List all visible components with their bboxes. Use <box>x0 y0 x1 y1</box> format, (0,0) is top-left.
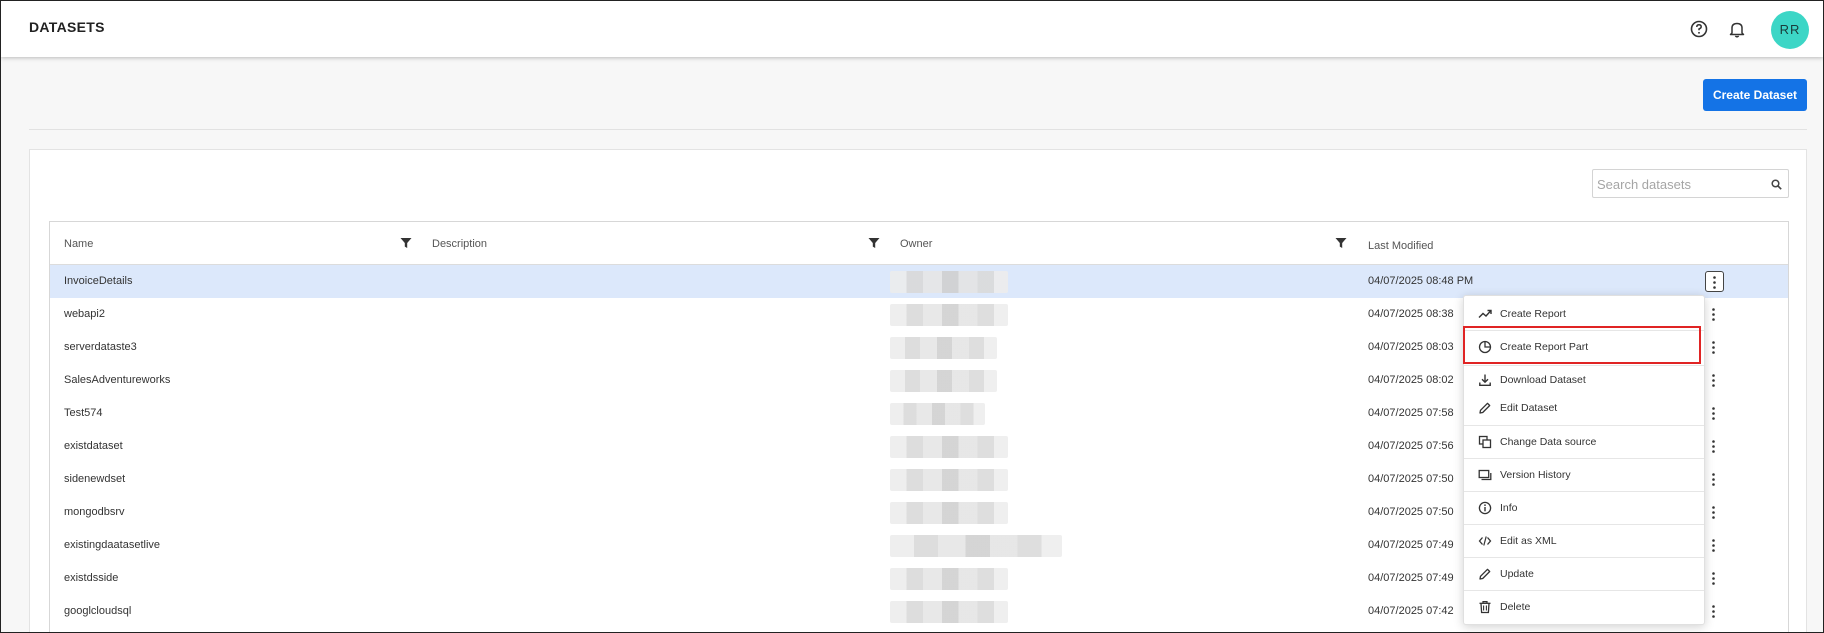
filter-icon[interactable] <box>1335 237 1347 249</box>
pencil-icon <box>1479 568 1491 580</box>
more-vertical-icon <box>1712 506 1715 519</box>
row-last-modified: 04/07/2025 07:50 <box>1368 506 1454 518</box>
more-vertical-icon <box>1712 539 1715 552</box>
menu-item-edit-dataset[interactable]: Edit Dataset <box>1464 392 1704 424</box>
owner-redacted <box>890 403 985 425</box>
search-input[interactable] <box>1597 174 1757 194</box>
row-last-modified: 04/07/2025 07:42 <box>1368 605 1454 617</box>
column-header-last-modified[interactable]: Last Modified <box>1368 240 1433 252</box>
more-vertical-icon <box>1712 374 1715 387</box>
app-frame: DATASETS RR Create Dataset Name Descript… <box>0 0 1824 633</box>
owner-redacted <box>890 304 1008 326</box>
row-last-modified: 04/07/2025 07:50 <box>1368 473 1454 485</box>
row-name[interactable]: existdsside <box>64 572 118 584</box>
row-actions-button[interactable] <box>1705 601 1724 622</box>
row-last-modified: 04/07/2025 07:56 <box>1368 440 1454 452</box>
row-actions-button[interactable] <box>1705 403 1724 424</box>
menu-item-change-data-source[interactable]: Change Data source <box>1464 426 1704 458</box>
copy-icon <box>1478 435 1492 449</box>
user-avatar[interactable]: RR <box>1771 11 1809 49</box>
row-name[interactable]: serverdataste3 <box>64 341 137 353</box>
more-vertical-icon <box>1713 276 1716 289</box>
pie-chart-icon <box>1478 340 1492 354</box>
more-vertical-icon <box>1712 308 1715 321</box>
trash-icon <box>1479 601 1491 614</box>
row-last-modified: 04/07/2025 08:48 PM <box>1368 275 1474 287</box>
row-last-modified: 04/07/2025 07:49 <box>1368 539 1454 551</box>
row-actions-button[interactable] <box>1705 271 1724 292</box>
row-name[interactable]: existdataset <box>64 440 123 452</box>
row-name[interactable]: sidenewdset <box>64 473 125 485</box>
owner-redacted <box>890 469 1008 491</box>
owner-redacted <box>890 436 1008 458</box>
menu-item-info[interactable]: Info <box>1464 492 1704 524</box>
history-icon <box>1478 469 1492 481</box>
menu-item-create-report[interactable]: Create Report <box>1464 298 1704 330</box>
row-actions-button[interactable] <box>1705 502 1724 523</box>
menu-item-delete[interactable]: Delete <box>1464 591 1704 623</box>
table-row[interactable]: InvoiceDetails 04/07/2025 08:48 PM <box>50 265 1788 298</box>
menu-item-version-history[interactable]: Version History <box>1464 459 1704 491</box>
row-context-menu: Create Report Create Report Part Downloa… <box>1463 295 1705 625</box>
filter-icon[interactable] <box>868 237 880 249</box>
row-name[interactable]: webapi2 <box>64 308 105 320</box>
row-name[interactable]: SalesAdventureworks <box>64 374 170 386</box>
download-icon <box>1479 374 1491 386</box>
more-vertical-icon <box>1712 341 1715 354</box>
search-icon[interactable] <box>1771 179 1782 190</box>
owner-redacted <box>890 271 1008 293</box>
row-actions-button[interactable] <box>1705 436 1724 457</box>
row-last-modified: 04/07/2025 07:49 <box>1368 572 1454 584</box>
column-header-name[interactable]: Name <box>64 238 93 250</box>
owner-redacted <box>890 370 997 392</box>
row-last-modified: 04/07/2025 08:03 <box>1368 341 1454 353</box>
column-header-owner[interactable]: Owner <box>900 238 932 250</box>
row-actions-button[interactable] <box>1705 469 1724 490</box>
row-last-modified: 04/07/2025 08:38 <box>1368 308 1454 320</box>
row-last-modified: 04/07/2025 07:58 <box>1368 407 1454 419</box>
code-icon <box>1478 536 1492 546</box>
row-name[interactable]: googlcloudsql <box>64 605 131 617</box>
owner-redacted <box>890 601 1008 623</box>
row-name[interactable]: mongodbsrv <box>64 506 125 518</box>
menu-item-create-report-part[interactable]: Create Report Part <box>1464 331 1704 363</box>
menu-item-update[interactable]: Update <box>1464 558 1704 590</box>
row-actions-button[interactable] <box>1705 337 1724 358</box>
row-name[interactable]: InvoiceDetails <box>64 275 132 287</box>
pencil-icon <box>1479 402 1491 414</box>
search-box[interactable] <box>1592 169 1789 198</box>
trending-up-icon <box>1478 309 1492 318</box>
row-name[interactable]: existingdaatasetlive <box>64 539 160 551</box>
column-header-description[interactable]: Description <box>432 238 487 250</box>
owner-redacted <box>890 502 1008 524</box>
page-title: DATASETS <box>29 19 105 35</box>
row-last-modified: 04/07/2025 08:02 <box>1368 374 1454 386</box>
row-actions-button[interactable] <box>1705 304 1724 325</box>
row-actions-button[interactable] <box>1705 370 1724 391</box>
bell-icon[interactable] <box>1727 19 1747 39</box>
owner-redacted <box>890 535 1062 557</box>
more-vertical-icon <box>1712 473 1715 486</box>
row-name[interactable]: Test574 <box>64 407 103 419</box>
row-actions-button[interactable] <box>1705 535 1724 556</box>
more-vertical-icon <box>1712 407 1715 420</box>
more-vertical-icon <box>1712 440 1715 453</box>
info-icon <box>1478 501 1492 515</box>
row-actions-button[interactable] <box>1705 568 1724 589</box>
more-vertical-icon <box>1712 605 1715 618</box>
top-bar: DATASETS RR <box>1 1 1823 57</box>
divider <box>29 129 1807 130</box>
owner-redacted <box>890 337 997 359</box>
owner-redacted <box>890 568 1008 590</box>
filter-icon[interactable] <box>400 237 412 249</box>
menu-item-edit-as-xml[interactable]: Edit as XML <box>1464 525 1704 557</box>
table-header: Name Description Owner Last Modified <box>50 222 1788 265</box>
create-dataset-button[interactable]: Create Dataset <box>1703 79 1807 111</box>
more-vertical-icon <box>1712 572 1715 585</box>
help-icon[interactable] <box>1689 19 1709 39</box>
